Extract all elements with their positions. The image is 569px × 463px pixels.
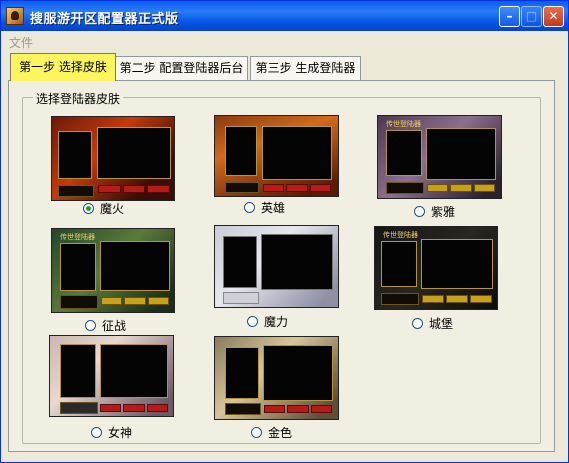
minimize-button[interactable]: – [499,6,520,27]
skin-thumbnail-mohuo[interactable] [51,116,175,201]
skin-label-mohuo: 魔火 [100,201,125,216]
tab-step-2[interactable]: 第二步 配置登陆器后台 [115,56,248,80]
skin-thumbnail-chengbao[interactable]: 传世登陆器 [374,226,498,310]
radio-moli[interactable] [247,315,258,327]
skin-header-zhengzhan: 传世登陆器 [60,233,95,241]
skin-thumbnail-zhengzhan[interactable]: 传世登陆器 [51,228,175,313]
skin-group-title: 选择登陆器皮肤 [33,90,124,107]
maximize-button[interactable]: □ [521,6,542,27]
tab-step-1[interactable]: 第一步 选择皮肤 [10,53,116,81]
skin-option-moli[interactable]: 魔力 [247,313,288,329]
skin-header-ziya: 传世登陆器 [386,120,421,128]
radio-nvshen[interactable] [91,426,102,438]
tab-step-3[interactable]: 第三步 生成登陆器 [250,56,361,80]
close-button[interactable]: ✕ [543,6,564,27]
skin-header-chengbao: 传世登陆器 [383,231,418,239]
skin-thumbnail-moli[interactable] [214,225,339,308]
skin-thumbnail-yingxiong[interactable] [214,115,339,197]
skin-label-chengbao: 城堡 [429,316,454,331]
radio-zhengzhan[interactable] [85,319,96,331]
skin-option-nvshen[interactable]: 女神 [91,424,132,440]
skin-option-ziya[interactable]: 紫雅 [414,203,455,219]
skin-label-nvshen: 女神 [108,425,133,440]
skin-label-yingxiong: 英雄 [261,200,286,215]
menu-file[interactable]: 文件 [9,34,33,51]
skin-label-zhengzhan: 征战 [102,318,127,333]
menu-bar: 文件 [1,31,568,51]
close-icon: ✕ [548,9,559,23]
skin-label-jinse: 金色 [268,425,293,440]
skin-thumbnail-jinse[interactable] [214,336,339,420]
skin-thumbnail-ziya[interactable]: 传世登陆器 [377,115,502,199]
skin-option-mohuo[interactable]: 魔火 [83,200,124,216]
radio-chengbao[interactable] [412,317,423,329]
radio-ziya[interactable] [414,205,425,217]
skin-label-moli: 魔力 [264,314,289,329]
application-window: 搜服游开区配置器正式版 – □ ✕ 文件 第一步 选择皮肤 第二步 配置登陆器后… [0,0,569,463]
skin-option-jinse[interactable]: 金色 [251,424,292,440]
radio-mohuo[interactable] [83,202,94,214]
skin-option-yingxiong[interactable]: 英雄 [244,199,285,215]
skin-option-chengbao[interactable]: 城堡 [412,315,453,331]
maximize-icon: □ [525,9,538,23]
skin-label-ziya: 紫雅 [431,204,456,219]
skin-option-zhengzhan[interactable]: 征战 [85,317,126,333]
title-bar[interactable]: 搜服游开区配置器正式版 – □ ✕ [1,1,568,31]
app-icon [6,7,24,25]
radio-yingxiong[interactable] [244,201,255,213]
skin-thumbnail-nvshen[interactable] [49,335,174,417]
minimize-icon: – [506,9,513,23]
window-title: 搜服游开区配置器正式版 [30,12,179,27]
radio-jinse[interactable] [251,426,262,438]
